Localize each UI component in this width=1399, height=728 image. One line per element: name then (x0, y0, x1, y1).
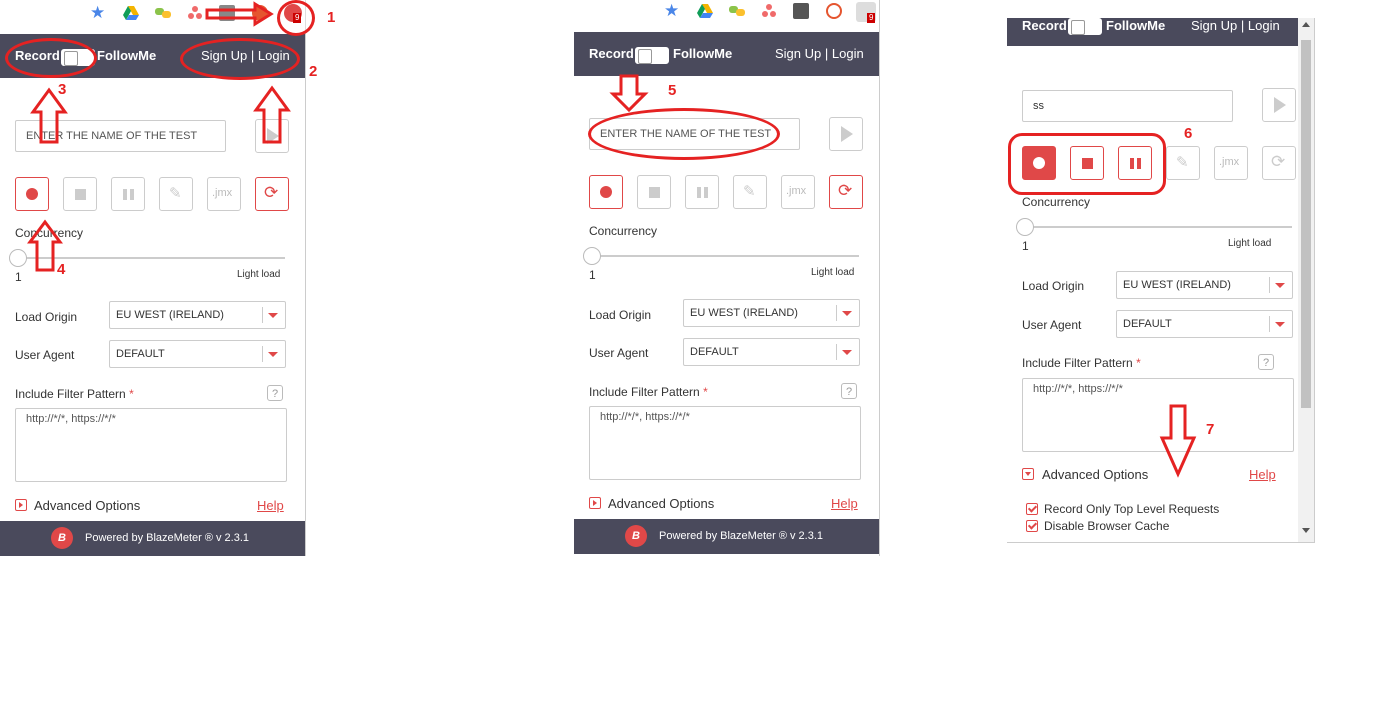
powered-by-text: Powered by BlazeMeter ® v 2.3.1 (659, 530, 824, 542)
advanced-options-toggle[interactable]: Advanced Options (608, 496, 714, 511)
arrow-down (1159, 404, 1197, 478)
blazemeter-logo-icon: B (51, 527, 73, 549)
annotation-arrow-panel-3 (1159, 404, 1197, 478)
help-link[interactable]: Help (831, 496, 858, 511)
scroll-up-arrow-icon[interactable] (1302, 22, 1310, 27)
option-label: Disable Browser Cache (1044, 519, 1170, 533)
scrollbar[interactable] (1298, 18, 1314, 542)
expand-arrow-icon[interactable] (589, 497, 601, 509)
option-checkbox[interactable] (1026, 520, 1038, 532)
expand-arrow-icon[interactable] (15, 499, 27, 511)
scroll-down-arrow-icon[interactable] (1302, 528, 1310, 533)
powered-by-text: Powered by BlazeMeter ® v 2.3.1 (85, 532, 250, 544)
popup-footer: B Powered by BlazeMeter ® v 2.3.1 (574, 519, 880, 554)
option-checkbox[interactable] (1026, 503, 1038, 515)
popup-footer: B Powered by BlazeMeter ® v 2.3.1 (0, 521, 306, 556)
help-link[interactable]: Help (257, 498, 284, 513)
option-label: Record Only Top Level Requests (1044, 502, 1220, 516)
advanced-options-toggle[interactable]: Advanced Options (34, 498, 140, 513)
scrollbar-thumb[interactable] (1301, 40, 1311, 408)
blazemeter-logo-icon: B (625, 525, 647, 547)
